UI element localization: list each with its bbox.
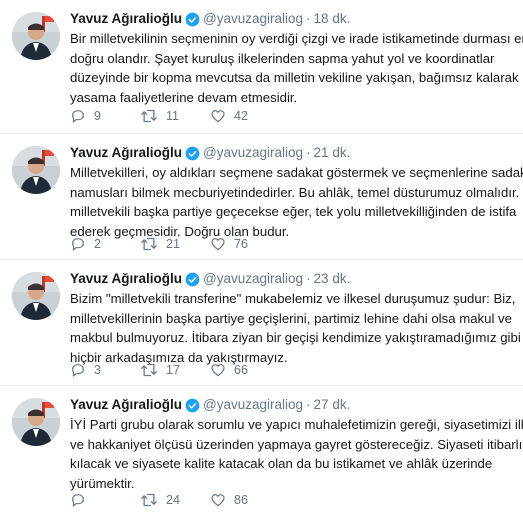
tweet-actions: 3 17 66	[70, 362, 280, 378]
separator-dot: ·	[306, 145, 311, 160]
verified-badge-icon	[185, 146, 200, 160]
retweet-count: 24	[166, 493, 180, 507]
retweet-button[interactable]: 21	[140, 236, 210, 252]
tweet-text-line: Bizim "milletvekili transferine" mukabel…	[70, 291, 516, 306]
tweet[interactable]: Yavuz Ağıralioğlu @yavuzagiraliog · 21 d…	[0, 134, 523, 260]
tweet-text-line: İYİ Parti grubu olarak sorumlu ve yapıcı…	[70, 417, 523, 432]
retweet-count: 17	[166, 363, 180, 377]
heart-icon	[211, 364, 225, 377]
like-count: 86	[234, 493, 248, 507]
retweet-icon	[141, 109, 157, 123]
tweet[interactable]: Yavuz Ağıralioğlu @yavuzagiraliog · 18 d…	[0, 0, 523, 134]
tweet-timestamp[interactable]: 21 dk.	[314, 144, 351, 162]
tweet[interactable]: Yavuz Ağıralioğlu @yavuzagiraliog · 23 d…	[0, 260, 523, 386]
retweet-icon	[141, 237, 157, 251]
reply-icon	[72, 110, 84, 123]
tweet-text-line: milletvekili başka partiye geçecekse eğe…	[70, 204, 517, 219]
like-count: 42	[234, 109, 248, 123]
reply-button[interactable]: 3	[70, 362, 140, 378]
retweet-icon	[141, 363, 157, 377]
heart-icon	[211, 494, 225, 507]
retweet-button[interactable]: 17	[140, 362, 210, 378]
tweet-text-line: düzeyinde bir kopma mevcutsa da milletin…	[70, 70, 519, 85]
tweet-actions: 24 86	[70, 492, 280, 508]
verified-badge-icon	[185, 272, 200, 286]
tweet-timestamp[interactable]: 27 dk.	[314, 396, 351, 414]
heart-icon	[211, 238, 225, 251]
reply-button[interactable]: 9	[70, 108, 140, 124]
like-button[interactable]: 86	[210, 492, 280, 508]
tweet-text: İYİ Parti grubu olarak sorumlu ve yapıcı…	[70, 415, 523, 493]
avatar[interactable]	[12, 146, 60, 194]
avatar[interactable]	[12, 398, 60, 446]
separator-dot: ·	[306, 11, 311, 26]
author-name[interactable]: Yavuz Ağıralioğlu	[70, 396, 182, 414]
tweet-actions: 2 21 76	[70, 236, 280, 252]
author-name[interactable]: Yavuz Ağıralioğlu	[70, 10, 182, 28]
retweet-count: 21	[166, 237, 180, 251]
tweet-text-line: Bir milletvekilinin seçmeninin oy verdiğ…	[70, 31, 523, 46]
reply-count: 3	[94, 363, 101, 377]
verified-badge-icon	[185, 398, 200, 412]
reply-icon	[72, 238, 84, 251]
reply-count: 9	[94, 109, 101, 123]
like-button[interactable]: 76	[210, 236, 280, 252]
tweet-text-line: ve hakkaniyet ölçüsü üzerinden yapmaya g…	[70, 436, 523, 452]
like-button[interactable]: 42	[210, 108, 280, 124]
like-button[interactable]: 66	[210, 362, 280, 378]
tweet-text: Bizim "milletvekili transferine" mukabel…	[70, 289, 521, 367]
avatar[interactable]	[12, 12, 60, 60]
tweet-text: Bir milletvekilinin seçmeninin oy verdiğ…	[70, 29, 523, 107]
tweet[interactable]: Yavuz Ağıralioğlu @yavuzagiraliog · 27 d…	[0, 386, 523, 519]
heart-icon	[211, 110, 225, 123]
tweet-text-line: milletvekillerinin başka partiye geçişle…	[70, 310, 512, 326]
avatar[interactable]	[12, 272, 60, 320]
separator-dot: ·	[306, 397, 311, 412]
retweet-button[interactable]: 24	[140, 492, 210, 508]
reply-button[interactable]: 2	[70, 236, 140, 252]
separator-dot: ·	[306, 271, 311, 286]
tweet-text-line: yasama faaliyetlerine devam etmesidir.	[70, 89, 298, 105]
tweet-text: Milletvekilleri, oy aldıkları seçmene sa…	[70, 163, 523, 241]
author-name[interactable]: Yavuz Ağıralioğlu	[70, 144, 182, 162]
tweet-text-line: doğru olandır. Şayet kuruluş ilkelerinde…	[70, 50, 495, 66]
retweet-button[interactable]: 11	[140, 108, 210, 124]
reply-icon	[72, 364, 84, 377]
author-handle[interactable]: @yavuzagiraliog	[203, 10, 303, 28]
tweet-text-line: yürümektir.	[70, 475, 135, 491]
verified-badge-icon	[185, 12, 200, 26]
like-count: 76	[234, 237, 248, 251]
tweet-text-line: Milletvekilleri, oy aldıkları seçmene sa…	[70, 165, 523, 180]
reply-icon	[72, 494, 84, 507]
author-handle[interactable]: @yavuzagiraliog	[203, 144, 303, 162]
tweet-timestamp[interactable]: 18 dk.	[314, 10, 351, 28]
reply-button[interactable]	[70, 492, 140, 508]
reply-count: 2	[94, 237, 101, 251]
tweet-text-line: namusları bilmek mecburiyetindedirler. B…	[70, 184, 523, 200]
retweet-count: 11	[166, 109, 179, 123]
tweet-actions: 9 11 42	[70, 108, 280, 124]
tweet-text-line: makbul bulmuyoruz. İtibara ziyan bir geç…	[70, 330, 521, 345]
retweet-icon	[141, 493, 157, 507]
tweet-feed: Yavuz Ağıralioğlu @yavuzagiraliog · 18 d…	[0, 0, 523, 519]
author-name[interactable]: Yavuz Ağıralioğlu	[70, 270, 182, 288]
author-handle[interactable]: @yavuzagiraliog	[203, 396, 303, 414]
tweet-timestamp[interactable]: 23 dk.	[314, 270, 351, 288]
author-handle[interactable]: @yavuzagiraliog	[203, 270, 303, 288]
tweet-text-line: kılacak ve siyasete kalite katacak olan …	[70, 456, 493, 471]
like-count: 66	[234, 363, 248, 377]
